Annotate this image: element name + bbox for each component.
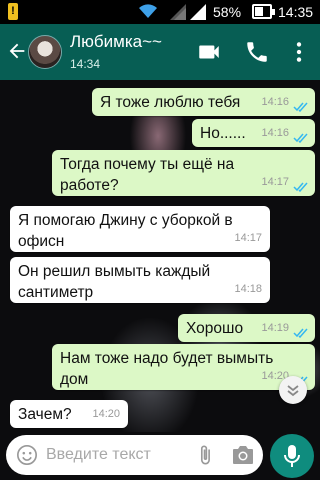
- chat-header: Любимка~~ 14:34: [0, 24, 320, 80]
- attach-icon[interactable]: [194, 443, 216, 467]
- message-time: 14:17: [234, 232, 262, 244]
- message-outgoing[interactable]: Я тоже люблю тебя 14:16: [92, 88, 315, 116]
- avatar[interactable]: [28, 35, 62, 69]
- battery-icon: [252, 4, 275, 19]
- message-text: Я помогаю Джину с уборкой в офисн: [18, 212, 233, 250]
- message-incoming[interactable]: Я помогаю Джину с уборкой в офисн 14:17: [10, 206, 270, 252]
- camera-icon[interactable]: [231, 444, 255, 466]
- signal-sim2-icon: [190, 4, 206, 20]
- phone-icon[interactable]: [244, 39, 270, 65]
- message-text: Хорошо: [186, 320, 244, 337]
- emoji-icon[interactable]: [16, 444, 38, 466]
- read-ticks-icon: [293, 182, 308, 192]
- message-outgoing[interactable]: Тогда почему ты ещё на работе? 14:17: [52, 150, 315, 196]
- message-time: 14:19: [261, 322, 289, 334]
- message-text: Тогда почему ты ещё на работе?: [60, 156, 235, 194]
- message-outgoing[interactable]: Хорошо 14:19: [178, 314, 315, 342]
- chevron-down-icon: [287, 385, 299, 397]
- message-input-container: [6, 435, 263, 475]
- back-arrow-icon[interactable]: [6, 40, 28, 62]
- message-time: 14:16: [261, 127, 289, 139]
- scroll-to-bottom-button[interactable]: [279, 376, 307, 404]
- message-time: 14:20: [92, 408, 120, 420]
- message-text: Он решил вымыть каждый сантиметр: [18, 263, 211, 301]
- chat-area[interactable]: Я тоже люблю тебя 14:16 Но...... 14:16 Т…: [0, 80, 320, 432]
- video-call-icon[interactable]: [196, 39, 222, 65]
- status-bar: ! 58% 14:35: [0, 0, 320, 24]
- alert-notification-icon: !: [8, 3, 18, 20]
- read-ticks-icon: [293, 133, 308, 143]
- signal-sim1-icon: [170, 4, 186, 20]
- message-time: 14:16: [261, 96, 289, 108]
- message-text: Но......: [200, 125, 246, 142]
- message-text: Зачем?: [18, 406, 72, 423]
- message-incoming[interactable]: Он решил вымыть каждый сантиметр 14:18: [10, 257, 270, 303]
- more-vert-icon[interactable]: [286, 39, 312, 65]
- message-outgoing[interactable]: Нам тоже надо будет вымыть дом 14:20: [52, 344, 315, 390]
- input-bar: [0, 432, 320, 480]
- message-text: Нам тоже надо будет вымыть дом: [60, 350, 274, 388]
- message-incoming[interactable]: Зачем? 14:20: [10, 400, 128, 428]
- message-input[interactable]: [46, 443, 186, 467]
- status-time: 14:35: [278, 4, 314, 20]
- message-text: Я тоже люблю тебя: [100, 94, 241, 111]
- read-ticks-icon: [293, 102, 308, 112]
- message-time: 14:17: [261, 176, 289, 188]
- wifi-icon: [139, 4, 157, 18]
- message-time: 14:18: [234, 283, 262, 295]
- voice-message-button[interactable]: [270, 434, 314, 478]
- read-ticks-icon: [293, 328, 308, 338]
- battery-percentage: 58%: [213, 4, 242, 20]
- mic-icon: [284, 445, 300, 467]
- contact-name[interactable]: Любимка~~: [70, 32, 162, 52]
- last-seen: 14:34: [70, 57, 101, 71]
- message-outgoing[interactable]: Но...... 14:16: [192, 119, 315, 147]
